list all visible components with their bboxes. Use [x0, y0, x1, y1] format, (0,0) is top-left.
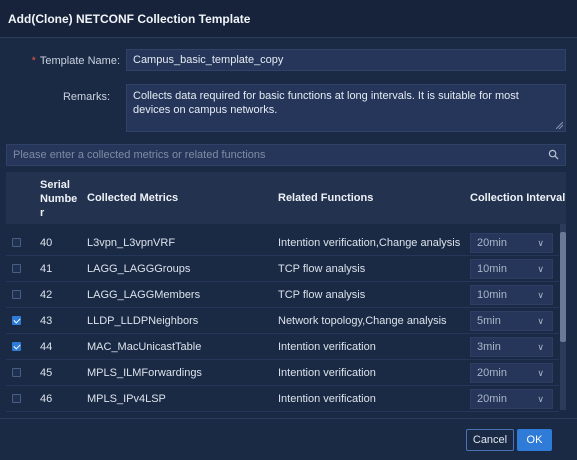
col-metrics-header: Collected Metrics	[87, 192, 179, 204]
remarks-text: Collects data required for basic functio…	[133, 90, 519, 116]
row-checkbox[interactable]	[12, 264, 21, 273]
row-function: Intention verification	[278, 341, 376, 353]
chevron-down-icon: ∨	[537, 368, 544, 378]
table-row[interactable]: 46 MPLS_IPv4LSP Intention verification 2…	[6, 386, 559, 412]
template-name-input[interactable]: Campus_basic_template_copy	[126, 49, 566, 71]
row-serial: 45	[40, 367, 53, 379]
interval-select[interactable]: 20min ∨	[470, 389, 553, 409]
interval-value: 5min	[477, 315, 501, 327]
table-row[interactable]: 45 MPLS_ILMForwardings Intention verific…	[6, 360, 559, 386]
row-function: TCP flow analysis	[278, 263, 366, 275]
interval-select[interactable]: 20min ∨	[470, 363, 553, 383]
template-name-label-text: Template Name:	[39, 55, 120, 67]
row-serial: 40	[40, 237, 53, 249]
row-metric: LAGG_LAGGGroups	[87, 263, 191, 275]
required-marker: *	[31, 55, 36, 67]
row-metric: LAGG_LAGGMembers	[87, 289, 201, 301]
row-checkbox[interactable]	[12, 316, 21, 325]
interval-value: 3min	[477, 341, 501, 353]
table-row[interactable]: 42 LAGG_LAGGMembers TCP flow analysis 10…	[6, 282, 559, 308]
row-checkbox[interactable]	[12, 394, 21, 403]
chevron-down-icon: ∨	[537, 342, 544, 352]
interval-value: 20min	[477, 367, 507, 379]
interval-value: 10min	[477, 263, 507, 275]
serial-header-line: Serial	[40, 179, 70, 191]
footer-divider	[0, 418, 577, 419]
resize-grip-icon[interactable]	[556, 122, 563, 129]
row-function: TCP flow analysis	[278, 289, 366, 301]
interval-value: 20min	[477, 393, 507, 405]
row-function: Network topology,Change analysis	[278, 315, 447, 327]
row-metric: MAC_MacUnicastTable	[87, 341, 202, 353]
row-serial: 43	[40, 315, 53, 327]
table-row[interactable]: 40 L3vpn_L3vpnVRF Intention verification…	[6, 230, 559, 256]
search-placeholder: Please enter a collected metrics or rela…	[13, 149, 266, 161]
interval-select[interactable]: 3min ∨	[470, 337, 553, 357]
chevron-down-icon: ∨	[537, 238, 544, 248]
col-interval-header: Collection Interval	[470, 192, 566, 204]
row-checkbox[interactable]	[12, 290, 21, 299]
interval-select[interactable]: 5min ∨	[470, 311, 553, 331]
interval-select[interactable]: 20min ∨	[470, 233, 553, 253]
row-function: Intention verification	[278, 367, 376, 379]
remarks-label: Remarks:	[62, 91, 110, 103]
table-scrollbar-thumb[interactable]	[560, 232, 566, 342]
row-serial: 44	[40, 341, 53, 353]
search-icon[interactable]	[548, 149, 559, 160]
row-metric: MPLS_ILMForwardings	[87, 367, 202, 379]
interval-value: 20min	[477, 237, 507, 249]
row-checkbox[interactable]	[12, 368, 21, 377]
row-serial: 42	[40, 289, 53, 301]
chevron-down-icon: ∨	[537, 316, 544, 326]
interval-select[interactable]: 10min ∨	[470, 285, 553, 305]
table-header: Serial Numbe r Collected Metrics Related…	[6, 172, 566, 224]
search-input[interactable]: Please enter a collected metrics or rela…	[6, 144, 566, 166]
col-functions-header: Related Functions	[278, 192, 374, 204]
chevron-down-icon: ∨	[537, 264, 544, 274]
row-function: Intention verification	[278, 393, 376, 405]
template-name-label: * Template Name:	[30, 55, 120, 67]
serial-header-line: r	[40, 207, 45, 219]
cancel-button[interactable]: Cancel	[466, 429, 514, 451]
netconf-template-dialog: Add(Clone) NETCONF Collection Template *…	[0, 0, 577, 460]
dialog-title: Add(Clone) NETCONF Collection Template	[0, 0, 577, 38]
table-row[interactable]: 41 LAGG_LAGGGroups TCP flow analysis 10m…	[6, 256, 559, 282]
row-checkbox[interactable]	[12, 238, 21, 247]
interval-select[interactable]: 10min ∨	[470, 259, 553, 279]
interval-value: 10min	[477, 289, 507, 301]
table-row[interactable]: 43 LLDP_LLDPNeighbors Network topology,C…	[6, 308, 559, 334]
row-metric: LLDP_LLDPNeighbors	[87, 315, 199, 327]
serial-header-line: Numbe	[40, 193, 78, 205]
row-checkbox[interactable]	[12, 342, 21, 351]
row-metric: L3vpn_L3vpnVRF	[87, 237, 176, 249]
chevron-down-icon: ∨	[537, 394, 544, 404]
remarks-textarea[interactable]: Collects data required for basic functio…	[126, 84, 566, 132]
row-serial: 46	[40, 393, 53, 405]
table-row[interactable]: 44 MAC_MacUnicastTable Intention verific…	[6, 334, 559, 360]
chevron-down-icon: ∨	[537, 290, 544, 300]
row-metric: MPLS_IPv4LSP	[87, 393, 166, 405]
row-serial: 41	[40, 263, 53, 275]
ok-button[interactable]: OK	[517, 429, 552, 451]
row-function: Intention verification,Change analysis	[278, 237, 461, 249]
col-serial-header: Serial Numbe r	[40, 178, 77, 220]
